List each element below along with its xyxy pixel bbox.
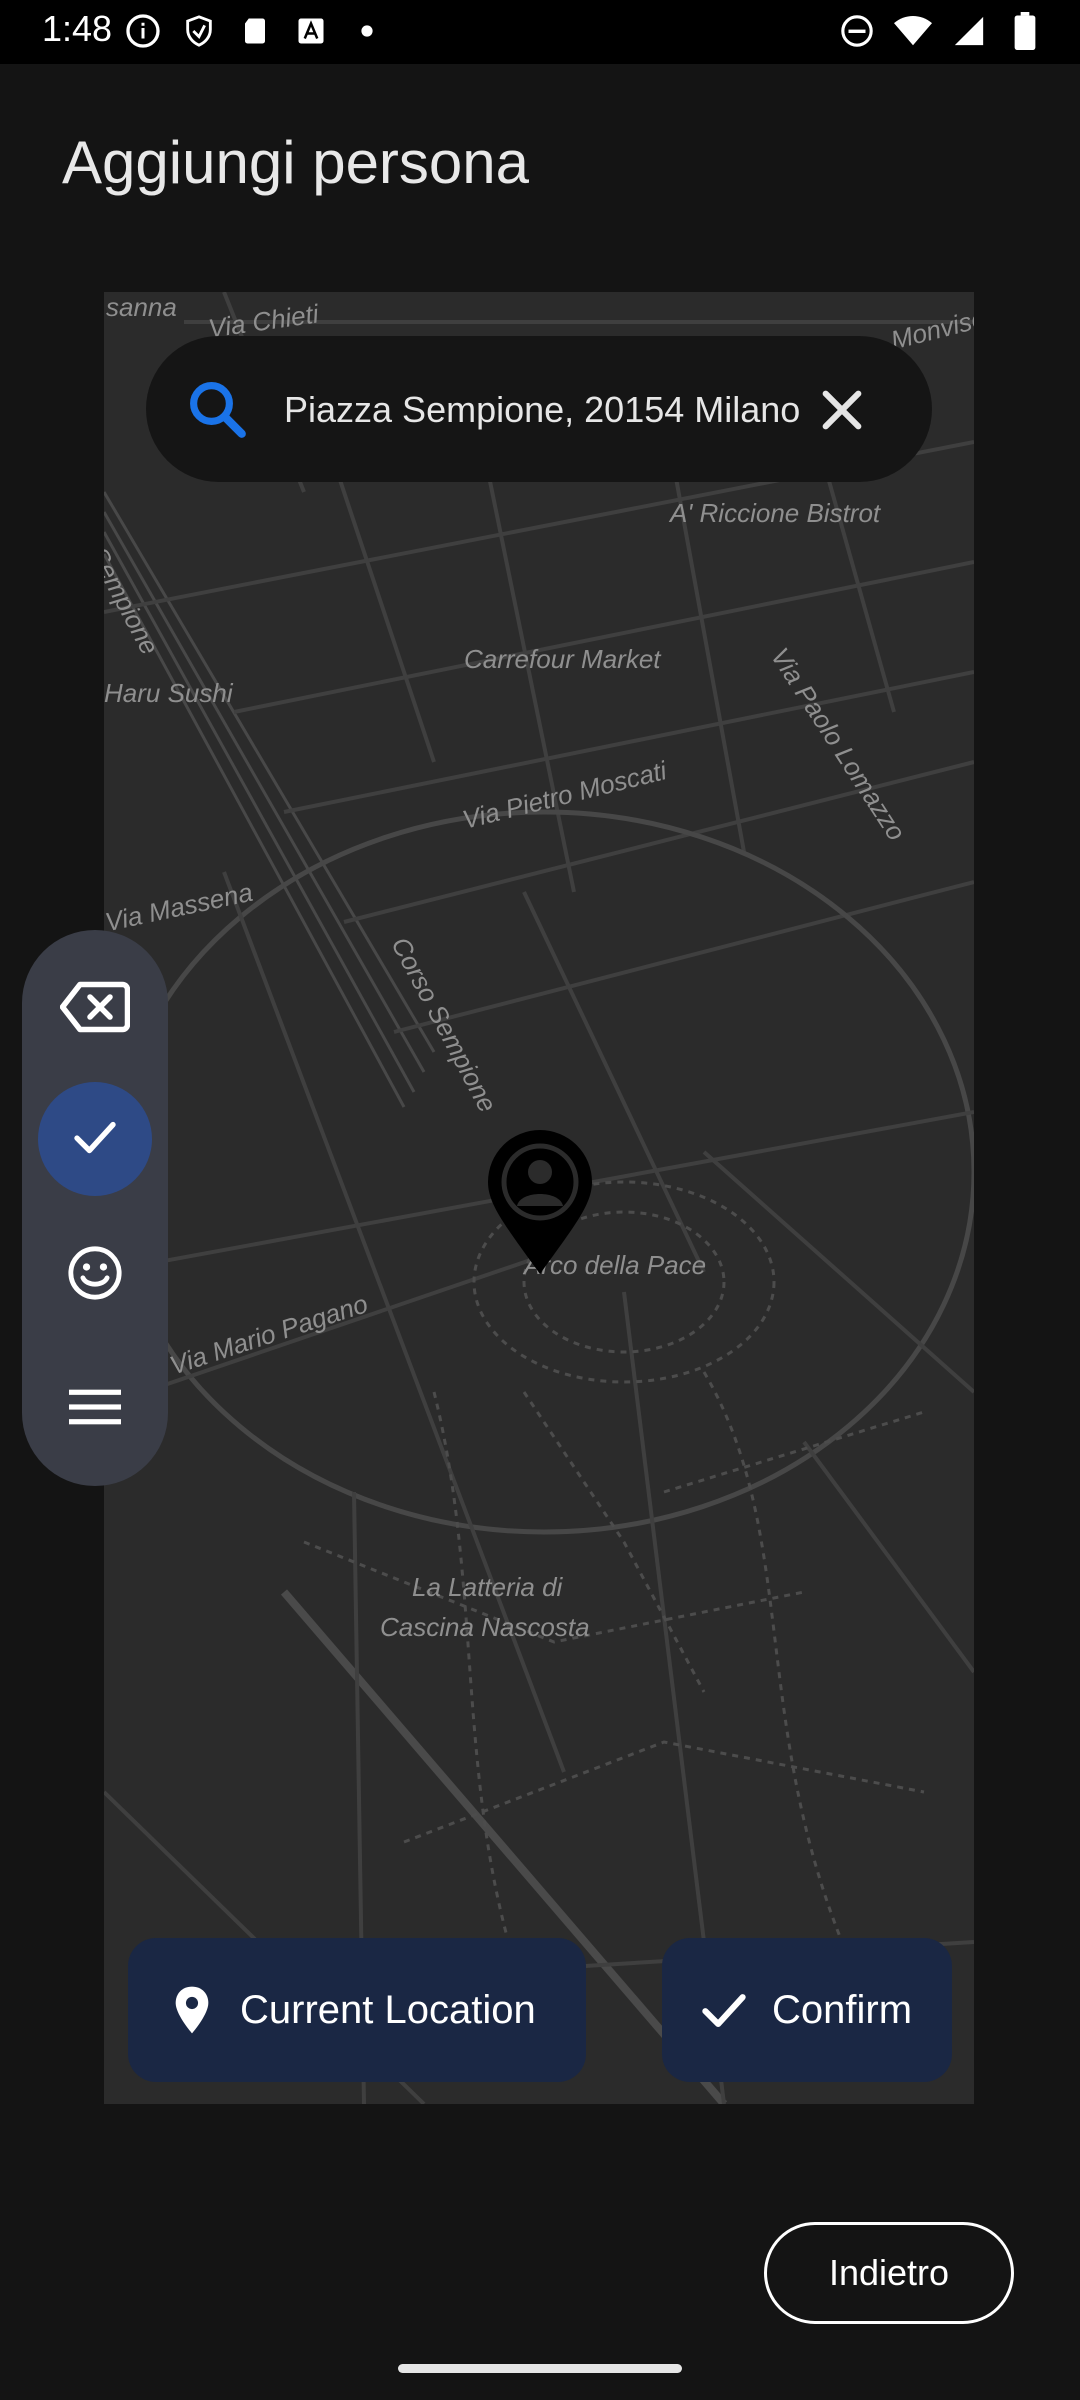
confirm-label: Confirm [772,1987,913,2032]
emoji-button[interactable] [38,1218,152,1332]
current-location-label: Current Location [240,1987,536,2032]
map-label: A' Riccione Bistrot [670,498,881,528]
menu-button[interactable] [38,1352,152,1466]
current-location-button[interactable]: Current Location [128,1938,586,2082]
status-time: 1:48 [42,8,113,49]
shield-icon [180,12,218,50]
map-label: Carrefour Market [464,644,661,674]
home-indicator[interactable] [398,2364,682,2373]
search-bar[interactable]: Piazza Sempione, 20154 Milano [146,336,932,482]
location-pin-icon [164,1982,220,2038]
dnd-icon [838,12,876,50]
sd-card-icon [236,12,274,50]
check-icon [68,1110,122,1169]
side-rail [22,930,168,1486]
map-label: Haru Sushi [104,678,233,708]
emoji-icon [66,1244,124,1307]
status-bar: 1:48 [0,0,1080,64]
dot-icon [348,12,386,50]
person-location-pin[interactable] [484,1128,596,1278]
backspace-icon [59,979,131,1040]
back-button[interactable]: Indietro [764,2222,1014,2324]
search-icon [184,376,250,442]
check-icon [696,1982,752,2038]
map-label: La Latteria di [412,1572,563,1602]
page-title: Aggiungi persona [62,129,530,196]
close-icon[interactable] [814,382,870,438]
battery-icon [1006,12,1044,50]
backspace-button[interactable] [38,952,152,1066]
confirm-button[interactable]: Confirm [662,1938,952,2082]
menu-icon [69,1386,121,1433]
map-label: Cascina Nascosta [380,1612,590,1642]
check-button[interactable] [38,1082,152,1196]
wifi-icon [894,12,932,50]
signal-icon [950,12,988,50]
map-label: sanna [106,292,177,322]
info-icon [124,12,162,50]
font-icon [292,12,330,50]
